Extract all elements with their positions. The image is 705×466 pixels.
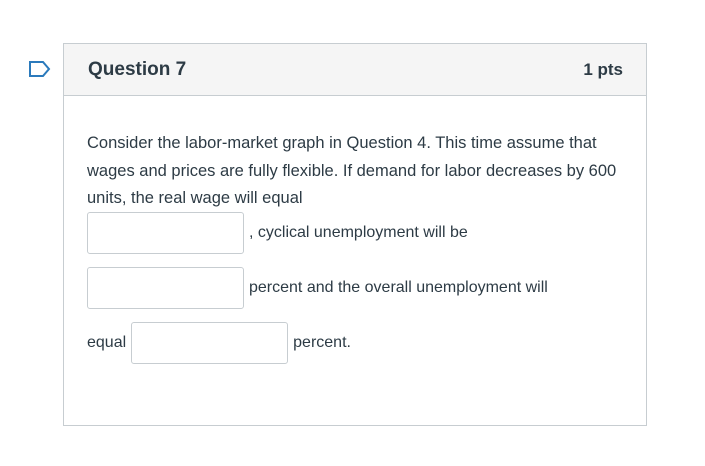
cyclical-unemployment-input[interactable] xyxy=(87,267,244,309)
overall-unemployment-input[interactable] xyxy=(131,322,289,364)
answer-row-3-after-text: percent. xyxy=(293,334,351,351)
answer-row-3: equal percent. xyxy=(87,322,351,364)
question-text: Consider the labor-market graph in Quest… xyxy=(87,134,617,207)
answer-row-1: , cyclical unemployment will be xyxy=(87,212,468,254)
question-title: Question 7 xyxy=(88,58,187,80)
answer-row-2-after-text: percent and the overall unemployment wil… xyxy=(249,279,548,296)
answer-row-2: percent and the overall unemployment wil… xyxy=(87,267,548,309)
real-wage-input[interactable] xyxy=(87,212,244,254)
question-header: Question 7 1 pts xyxy=(64,44,646,96)
answer-row-3-before-text: equal xyxy=(87,334,127,351)
answer-row-1-after-text: , cyclical unemployment will be xyxy=(249,224,468,241)
question-body: Consider the labor-market graph in Quest… xyxy=(87,130,627,213)
flag-question-icon[interactable] xyxy=(28,60,52,78)
question-points: 1 pts xyxy=(583,59,623,79)
